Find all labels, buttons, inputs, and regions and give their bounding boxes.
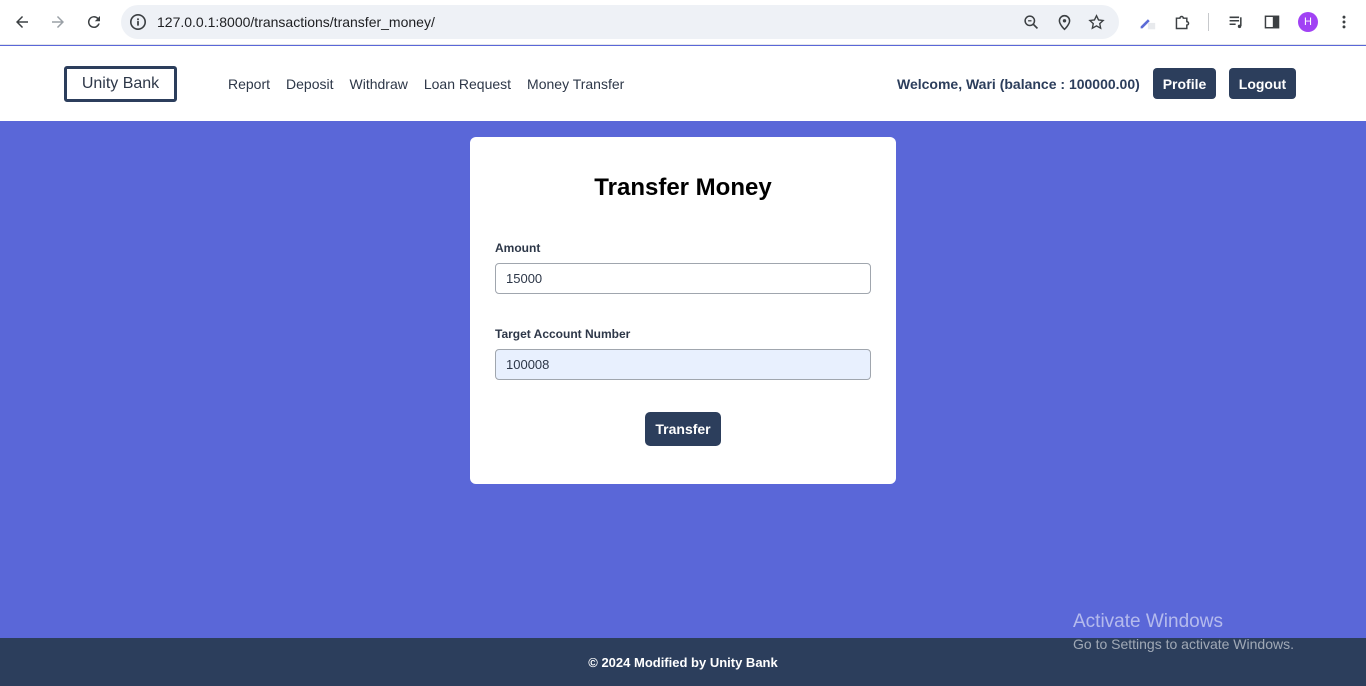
welcome-text: Welcome, Wari (balance : 100000.00) [897,76,1140,92]
side-panel-icon[interactable] [1261,11,1283,33]
extension-puzzle-icon[interactable] [1171,11,1193,33]
watermark-subtitle: Go to Settings to activate Windows. [1073,636,1294,652]
nav-withdraw[interactable]: Withdraw [350,76,408,92]
media-queue-icon[interactable] [1225,11,1247,33]
site-info-icon[interactable] [128,12,148,32]
nav-report[interactable]: Report [228,76,270,92]
brand-logo[interactable]: Unity Bank [64,66,177,102]
transfer-button[interactable]: Transfer [645,412,721,446]
site-header: Unity Bank Report Deposit Withdraw Loan … [0,46,1366,121]
amount-label: Amount [495,241,541,255]
nav-deposit[interactable]: Deposit [286,76,333,92]
profile-avatar[interactable]: H [1298,12,1318,32]
account-number-input[interactable]: 100008 [495,349,871,380]
browser-toolbar: 127.0.0.1:8000/transactions/transfer_mon… [0,0,1366,45]
form-title: Transfer Money [594,174,772,201]
footer-text: © 2024 Modified by Unity Bank [588,654,778,670]
nav-money-transfer[interactable]: Money Transfer [527,76,624,92]
reload-icon[interactable] [81,9,107,35]
forward-icon[interactable] [45,9,71,35]
zoom-icon[interactable] [1022,13,1040,31]
url-text[interactable]: 127.0.0.1:8000/transactions/transfer_mon… [157,14,435,30]
main-nav: Report Deposit Withdraw Loan Request Mon… [228,76,624,92]
activate-windows-watermark: Activate Windows Go to Settings to activ… [1073,611,1294,652]
profile-button[interactable]: Profile [1153,68,1216,99]
kebab-menu-icon[interactable] [1333,11,1355,33]
transfer-form-card: Transfer Money Amount 15000 Target Accou… [470,137,896,484]
watermark-title: Activate Windows [1073,611,1223,632]
star-icon[interactable] [1087,13,1105,31]
address-bar[interactable]: 127.0.0.1:8000/transactions/transfer_mon… [121,5,1119,39]
logout-button[interactable]: Logout [1229,68,1296,99]
location-icon[interactable] [1055,13,1073,31]
back-icon[interactable] [9,9,35,35]
amount-input[interactable]: 15000 [495,263,871,294]
nav-loan-request[interactable]: Loan Request [424,76,511,92]
account-number-label: Target Account Number [495,327,631,341]
toolbar-separator [1208,13,1209,31]
extension-pen-icon[interactable] [1136,11,1158,33]
